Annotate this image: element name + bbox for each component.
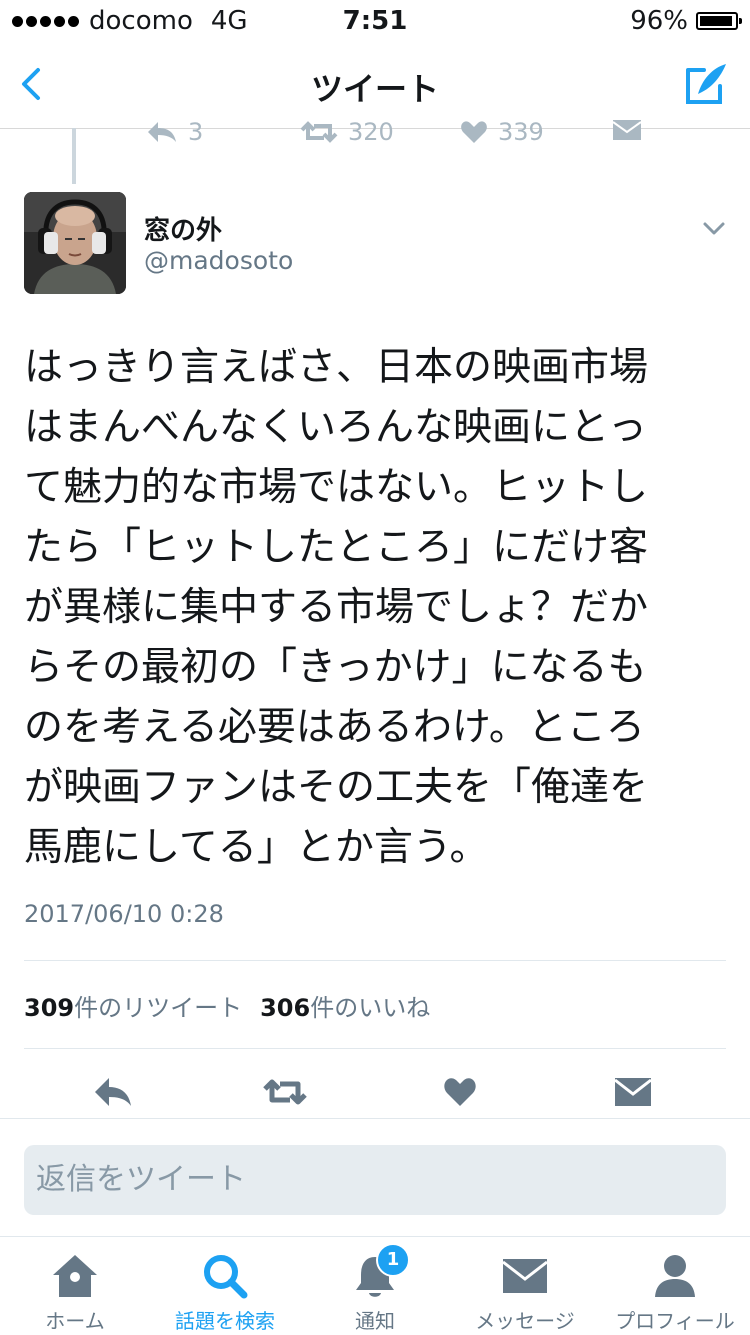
tweet-line: らその最初の「きっかけ」になるも bbox=[24, 645, 647, 690]
tweet-line: はっきり言えばさ、日本の映画市場 bbox=[24, 345, 649, 390]
page-title: ツイート bbox=[310, 70, 439, 108]
tweet-actions bbox=[0, 1070, 750, 1114]
previous-tweet-actions: 3 320 339 bbox=[0, 118, 750, 148]
previous-dm[interactable] bbox=[612, 118, 642, 142]
heart-icon bbox=[444, 1078, 476, 1106]
tab-home-label: ホーム bbox=[45, 1309, 105, 1333]
previous-retweet[interactable]: 320 bbox=[300, 118, 394, 146]
battery-group: 96% bbox=[630, 6, 742, 36]
heart-icon bbox=[461, 121, 487, 143]
avatar-portrait-icon bbox=[24, 192, 126, 294]
tweet-line: が異様に集中する市場でしょ？だか bbox=[24, 585, 649, 630]
thread-connector bbox=[72, 128, 76, 184]
retweet-button[interactable] bbox=[262, 1070, 308, 1114]
tweet-text: はっきり言えばさ、日本の映画市場 はまんべんなくいろんな映画にとっ て魅力的な市… bbox=[24, 338, 704, 878]
divider bbox=[24, 960, 726, 961]
tweet-line: たら「ヒットしたところ」にだけ客 bbox=[24, 525, 649, 570]
like-count-label: 件のいいね bbox=[310, 994, 431, 1022]
status-bar: docomo 4G 7:51 96% bbox=[0, 0, 750, 40]
previous-reply-count: 3 bbox=[188, 118, 204, 146]
mail-icon bbox=[612, 120, 642, 140]
like-count: 306 bbox=[260, 994, 311, 1022]
mail-icon bbox=[498, 1251, 552, 1301]
battery-percent: 96% bbox=[630, 6, 688, 36]
avatar[interactable] bbox=[24, 192, 126, 294]
retweet-icon bbox=[300, 121, 338, 143]
tab-bar: ホーム 話題を検索 1 通知 メッセージ プロフィール bbox=[0, 1236, 750, 1335]
tab-profile-label: プロフィール bbox=[615, 1309, 735, 1333]
reply-bar: 返信をツイート bbox=[0, 1118, 750, 1237]
tweet-line: が映画ファンはその工夫を「俺達を bbox=[24, 765, 649, 810]
retweet-icon bbox=[263, 1079, 307, 1105]
chevron-down-icon[interactable] bbox=[702, 216, 726, 240]
tab-messages[interactable]: メッセージ bbox=[450, 1251, 600, 1334]
retweet-count-link[interactable]: 309件のリツイート bbox=[24, 988, 242, 1023]
reply-input[interactable]: 返信をツイート bbox=[24, 1145, 726, 1215]
compose-tweet-icon[interactable] bbox=[684, 60, 730, 106]
tab-search[interactable]: 話題を検索 bbox=[150, 1251, 300, 1334]
retweet-count-label: 件のリツイート bbox=[74, 994, 243, 1022]
home-icon bbox=[48, 1251, 102, 1301]
tab-messages-label: メッセージ bbox=[475, 1309, 575, 1333]
reply-button[interactable] bbox=[90, 1070, 136, 1114]
like-count-link[interactable]: 306件のいいね bbox=[260, 988, 430, 1023]
previous-reply[interactable]: 3 bbox=[146, 118, 203, 146]
tab-search-label: 話題を検索 bbox=[175, 1309, 275, 1333]
tab-notifications-label: 通知 bbox=[355, 1309, 395, 1333]
tab-profile[interactable]: プロフィール bbox=[600, 1251, 750, 1334]
notification-badge: 1 bbox=[376, 1243, 410, 1277]
tweet-timestamp: 2017/06/10 0:28 bbox=[24, 900, 224, 928]
tweet-line: のを考える必要はあるわけ。ところ bbox=[24, 705, 645, 750]
tab-notifications[interactable]: 1 通知 bbox=[300, 1243, 450, 1334]
bell-icon: 1 bbox=[348, 1243, 410, 1301]
like-button[interactable] bbox=[437, 1070, 483, 1114]
author-handle[interactable]: @madosoto bbox=[144, 246, 293, 275]
previous-like-count: 339 bbox=[498, 118, 544, 146]
battery-icon bbox=[696, 12, 742, 30]
tweet-line: て魅力的な市場ではない。ヒットし bbox=[24, 465, 649, 510]
reply-icon bbox=[95, 1078, 131, 1106]
tab-home[interactable]: ホーム bbox=[0, 1251, 150, 1334]
reply-icon bbox=[148, 122, 176, 142]
author-name[interactable]: 窓の外 bbox=[144, 210, 222, 247]
mail-icon bbox=[614, 1078, 652, 1106]
tweet-line: 馬鹿にしてる」とか言う。 bbox=[24, 825, 489, 870]
tweet-line: はまんべんなくいろんな映画にとっ bbox=[24, 405, 647, 450]
direct-message-button[interactable] bbox=[610, 1070, 656, 1114]
previous-like[interactable]: 339 bbox=[460, 118, 544, 146]
nav-bar: ツイート bbox=[0, 40, 750, 129]
search-icon bbox=[198, 1251, 252, 1301]
engagement-counts: 309件のリツイート 306件のいいね bbox=[24, 988, 430, 1023]
previous-retweet-count: 320 bbox=[348, 118, 394, 146]
divider bbox=[24, 1048, 726, 1049]
person-icon bbox=[648, 1251, 702, 1301]
retweet-count: 309 bbox=[24, 994, 75, 1022]
